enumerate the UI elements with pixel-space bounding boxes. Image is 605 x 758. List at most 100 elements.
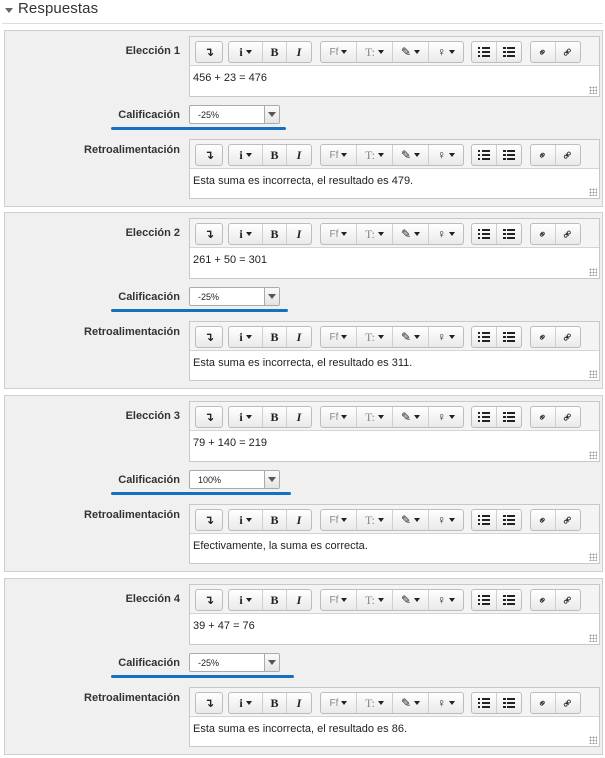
text-style-dropdown-button[interactable]: T: [357, 510, 393, 530]
resize-grip-icon[interactable] [589, 451, 597, 459]
link-button[interactable]: ⚭ [531, 224, 556, 244]
info-dropdown-button[interactable]: i [229, 693, 263, 713]
brush-dropdown-button[interactable]: ✎ [393, 327, 429, 347]
bulb-dropdown-button[interactable]: ♀ [429, 693, 463, 713]
resize-grip-icon[interactable] [589, 370, 597, 378]
brush-dropdown-button[interactable]: ✎ [393, 590, 429, 610]
unlink-button[interactable]: ⚮ [556, 407, 580, 427]
info-dropdown-button[interactable]: i [229, 407, 263, 427]
bulb-dropdown-button[interactable]: ♀ [429, 224, 463, 244]
unlink-button[interactable]: ⚮ [556, 693, 580, 713]
italic-icon[interactable]: I [287, 42, 311, 62]
unlink-button[interactable]: ⚮ [556, 510, 580, 530]
unlink-button[interactable]: ⚮ [556, 42, 580, 62]
font-dropdown-button[interactable]: Ff [321, 407, 357, 427]
undo-icon[interactable]: ↴ [196, 145, 222, 165]
bold-icon[interactable]: B [263, 42, 287, 62]
grade-select[interactable]: -25% [189, 287, 280, 306]
numbered-list-button[interactable] [497, 327, 521, 347]
resize-grip-icon[interactable] [589, 736, 597, 744]
bold-icon[interactable]: B [263, 327, 287, 347]
undo-icon[interactable]: ↴ [196, 407, 222, 427]
link-button[interactable]: ⚭ [531, 510, 556, 530]
text-style-dropdown-button[interactable]: T: [357, 327, 393, 347]
unlink-button[interactable]: ⚮ [556, 327, 580, 347]
info-dropdown-button[interactable]: i [229, 590, 263, 610]
collapse-caret-icon[interactable] [5, 8, 13, 13]
bullet-list-button[interactable] [472, 590, 497, 610]
italic-icon[interactable]: I [287, 590, 311, 610]
font-dropdown-button[interactable]: Ff [321, 590, 357, 610]
info-dropdown-button[interactable]: i [229, 510, 263, 530]
feedback-text-area[interactable]: Efectivamente, la suma es correcta. [190, 533, 599, 563]
text-style-dropdown-button[interactable]: T: [357, 590, 393, 610]
font-dropdown-button[interactable]: Ff [321, 224, 357, 244]
brush-dropdown-button[interactable]: ✎ [393, 407, 429, 427]
brush-dropdown-button[interactable]: ✎ [393, 224, 429, 244]
answer-text-area[interactable]: 79 + 140 = 219 [190, 430, 599, 461]
brush-dropdown-button[interactable]: ✎ [393, 693, 429, 713]
text-style-dropdown-button[interactable]: T: [357, 693, 393, 713]
resize-grip-icon[interactable] [589, 634, 597, 642]
brush-dropdown-button[interactable]: ✎ [393, 42, 429, 62]
grade-dropdown-arrow[interactable] [264, 106, 279, 123]
italic-icon[interactable]: I [287, 224, 311, 244]
bulb-dropdown-button[interactable]: ♀ [429, 510, 463, 530]
text-style-dropdown-button[interactable]: T: [357, 42, 393, 62]
feedback-text-area[interactable]: Esta suma es incorrecta, el resultado es… [190, 168, 599, 198]
unlink-button[interactable]: ⚮ [556, 590, 580, 610]
answer-text-area[interactable]: 261 + 50 = 301 [190, 247, 599, 278]
brush-dropdown-button[interactable]: ✎ [393, 145, 429, 165]
bullet-list-button[interactable] [472, 407, 497, 427]
numbered-list-button[interactable] [497, 693, 521, 713]
grade-select[interactable]: -25% [189, 105, 280, 124]
grade-dropdown-arrow[interactable] [264, 288, 279, 305]
bullet-list-button[interactable] [472, 224, 497, 244]
answer-text-area[interactable]: 39 + 47 = 76 [190, 613, 599, 644]
numbered-list-button[interactable] [497, 510, 521, 530]
numbered-list-button[interactable] [497, 224, 521, 244]
numbered-list-button[interactable] [497, 407, 521, 427]
bullet-list-button[interactable] [472, 42, 497, 62]
feedback-text-area[interactable]: Esta suma es incorrecta, el resultado es… [190, 716, 599, 746]
bullet-list-button[interactable] [472, 510, 497, 530]
resize-grip-icon[interactable] [589, 188, 597, 196]
bold-icon[interactable]: B [263, 407, 287, 427]
bulb-dropdown-button[interactable]: ♀ [429, 327, 463, 347]
brush-dropdown-button[interactable]: ✎ [393, 510, 429, 530]
numbered-list-button[interactable] [497, 590, 521, 610]
bold-icon[interactable]: B [263, 145, 287, 165]
bold-icon[interactable]: B [263, 224, 287, 244]
bullet-list-button[interactable] [472, 693, 497, 713]
unlink-button[interactable]: ⚮ [556, 145, 580, 165]
font-dropdown-button[interactable]: Ff [321, 145, 357, 165]
grade-dropdown-arrow[interactable] [264, 654, 279, 671]
feedback-text-area[interactable]: Esta suma es incorrecta, el resultado es… [190, 350, 599, 380]
undo-icon[interactable]: ↴ [196, 224, 222, 244]
info-dropdown-button[interactable]: i [229, 327, 263, 347]
link-button[interactable]: ⚭ [531, 145, 556, 165]
info-dropdown-button[interactable]: i [229, 224, 263, 244]
info-dropdown-button[interactable]: i [229, 145, 263, 165]
undo-icon[interactable]: ↴ [196, 590, 222, 610]
undo-icon[interactable]: ↴ [196, 510, 222, 530]
text-style-dropdown-button[interactable]: T: [357, 407, 393, 427]
italic-icon[interactable]: I [287, 510, 311, 530]
bulb-dropdown-button[interactable]: ♀ [429, 42, 463, 62]
font-dropdown-button[interactable]: Ff [321, 42, 357, 62]
font-dropdown-button[interactable]: Ff [321, 693, 357, 713]
undo-icon[interactable]: ↴ [196, 42, 222, 62]
bullet-list-button[interactable] [472, 327, 497, 347]
bullet-list-button[interactable] [472, 145, 497, 165]
bold-icon[interactable]: B [263, 590, 287, 610]
italic-icon[interactable]: I [287, 407, 311, 427]
link-button[interactable]: ⚭ [531, 693, 556, 713]
grade-dropdown-arrow[interactable] [264, 471, 279, 488]
text-style-dropdown-button[interactable]: T: [357, 224, 393, 244]
answer-text-area[interactable]: 456 + 23 = 476 [190, 65, 599, 96]
numbered-list-button[interactable] [497, 42, 521, 62]
italic-icon[interactable]: I [287, 327, 311, 347]
undo-icon[interactable]: ↴ [196, 693, 222, 713]
bulb-dropdown-button[interactable]: ♀ [429, 145, 463, 165]
numbered-list-button[interactable] [497, 145, 521, 165]
